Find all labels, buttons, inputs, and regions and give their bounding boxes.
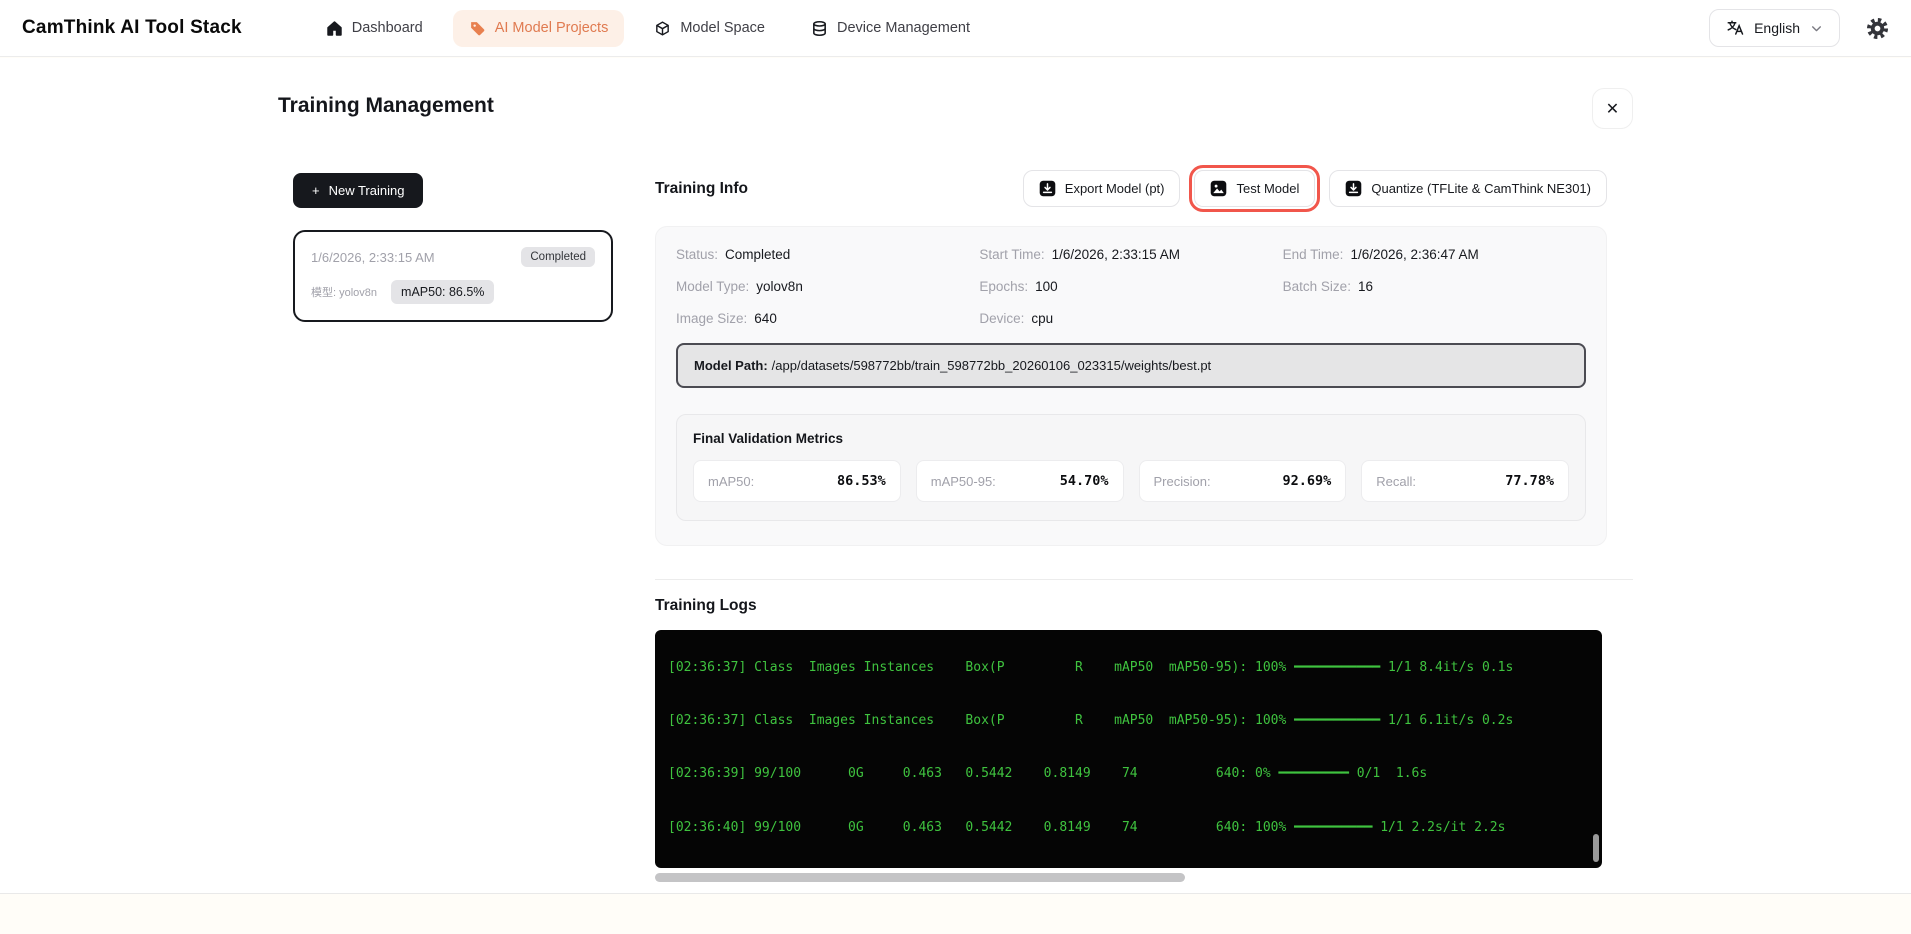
new-training-label: New Training [328,183,405,198]
field-epochs: Epochs: 100 [979,279,1058,294]
cube-icon [654,20,671,37]
plus-icon: + [312,183,320,198]
close-icon: ✕ [1605,100,1620,118]
test-model-button[interactable]: Test Model [1189,165,1321,212]
training-details-panel: Status: Completed Start Time: 1/6/2026, … [655,226,1607,546]
training-session-card[interactable]: 1/6/2026, 2:33:15 AM Completed 模型: yolov… [293,230,613,322]
tag-icon [469,20,486,37]
log-line: [02:36:39] 99/100 0G 0.463 0.5442 0.8149… [668,766,1428,782]
nav-item-model-space[interactable]: Model Space [638,10,781,47]
model-path-value: /app/datasets/598772bb/train_598772bb_20… [771,358,1212,373]
home-icon [326,20,343,37]
training-logs-terminal[interactable]: [02:36:37] Class Images Instances Box(P … [655,630,1602,868]
download-icon [1039,180,1056,197]
translate-icon [1726,19,1744,37]
session-status-badge: Completed [521,247,595,267]
top-navbar: CamThink AI Tool Stack Dashboard AI Mode… [0,0,1911,57]
terminal-horizontal-scrollbar[interactable] [655,873,1602,882]
model-path-box: Model Path:/app/datasets/598772bb/train_… [676,343,1586,388]
validation-metrics-panel: Final Validation Metrics mAP50: 86.53% m… [676,414,1586,521]
main-nav: Dashboard AI Model Projects Model Space … [310,9,986,47]
training-fields-grid: Status: Completed Start Time: 1/6/2026, … [676,247,1586,326]
field-end-time: End Time: 1/6/2026, 2:36:47 AM [1282,247,1479,262]
nav-item-label: AI Model Projects [494,20,609,36]
session-timestamp: 1/6/2026, 2:33:15 AM [311,249,435,265]
language-label: English [1754,20,1800,36]
brand-logo: CamThink AI Tool Stack [22,17,242,38]
terminal-vertical-scrollbar[interactable] [1593,834,1599,862]
model-path-label: Model Path: [694,358,768,373]
field-status: Status: Completed [676,247,791,262]
training-logs-title: Training Logs [655,597,757,614]
image-icon [1210,180,1227,197]
quantize-button[interactable]: Quantize (TFLite & CamThink NE301) [1329,170,1607,207]
nav-item-label: Dashboard [351,20,423,36]
metric-precision: Precision: 92.69% [1138,460,1347,502]
nav-item-ai-model-projects[interactable]: AI Model Projects [452,9,625,47]
metric-map50-95: mAP50-95: 54.70% [915,460,1124,502]
scrollbar-thumb[interactable] [655,873,1185,882]
metric-map50: mAP50: 86.53% [693,460,901,502]
download-icon [1345,180,1362,197]
log-line: [02:36:37] Class Images Instances Box(P … [668,659,1514,675]
training-management-modal: Training Management ✕ + New Training 1/6… [0,58,1911,894]
metric-recall: Recall: 77.78% [1361,460,1569,502]
nav-item-label: Model Space [680,20,765,36]
export-model-button[interactable]: Export Model (pt) [1022,170,1181,207]
field-batch-size: Batch Size: 16 [1282,279,1373,294]
training-info-title: Training Info [655,179,748,197]
new-training-button[interactable]: + New Training [293,173,424,208]
nav-item-label: Device Management [836,20,970,36]
field-device: Device: cpu [979,311,1054,326]
training-logs-section: Training Logs [02:36:37] Class Images In… [655,579,1633,882]
close-button[interactable]: ✕ [1592,88,1633,129]
log-line: [02:36:40] 99/100 0G 0.463 0.5442 0.8149… [668,819,1506,835]
field-image-size: Image Size: 640 [676,311,777,326]
settings-gear-icon[interactable] [1866,17,1889,40]
stack-icon [811,20,828,37]
chevron-down-icon [1810,22,1823,35]
session-map-badge: mAP50: 86.5% [391,280,495,304]
session-model-label: 模型: yolov8n [311,287,378,299]
quantize-label: Quantize (TFLite & CamThink NE301) [1371,181,1591,196]
validation-metrics-title: Final Validation Metrics [693,431,844,446]
training-info-panel: Training Info Export Model (pt) Test Mod… [655,165,1633,882]
page-title: Training Management [278,94,494,117]
export-model-label: Export Model (pt) [1064,181,1165,196]
log-output: [02:36:37] Class Images Instances Box(P … [668,630,1602,868]
nav-item-device-management[interactable]: Device Management [795,10,986,47]
log-line: [02:36:37] Class Images Instances Box(P … [668,712,1514,728]
training-sessions-sidebar: + New Training 1/6/2026, 2:33:15 AM Comp… [293,173,613,322]
language-selector[interactable]: English [1709,9,1840,47]
test-model-label: Test Model [1236,181,1300,196]
field-model-type: Model Type: yolov8n [676,279,803,294]
nav-item-dashboard[interactable]: Dashboard [310,10,439,47]
field-start-time: Start Time: 1/6/2026, 2:33:15 AM [979,247,1180,262]
